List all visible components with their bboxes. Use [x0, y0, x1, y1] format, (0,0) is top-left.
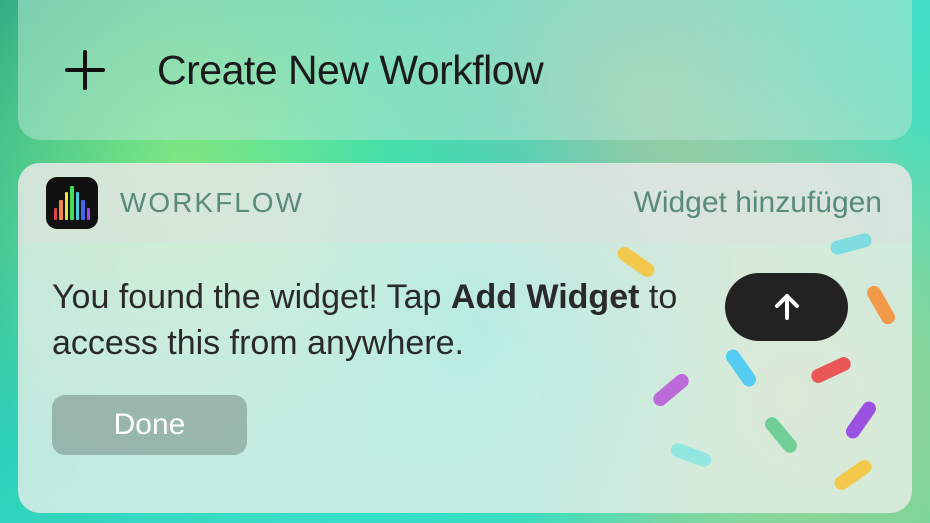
widget-body: You found the widget! Tap Add Widget to … [18, 243, 912, 513]
create-workflow-card[interactable]: Create New Workflow [18, 0, 912, 140]
confetti-icon [843, 399, 879, 441]
done-button[interactable]: Done [52, 395, 247, 455]
done-button-label: Done [114, 408, 186, 442]
widget-message: You found the widget! Tap Add Widget to … [52, 275, 792, 367]
plus-icon [63, 48, 107, 92]
arrow-up-icon [770, 290, 804, 324]
confetti-icon [669, 441, 713, 469]
confetti-icon [832, 457, 874, 493]
widget-message-bold: Add Widget [451, 278, 640, 316]
workflow-app-icon [46, 177, 98, 229]
confetti-icon [809, 355, 853, 385]
confetti-icon [762, 414, 800, 455]
widget-message-pre: You found the widget! Tap [52, 278, 451, 316]
workflow-widget-card: WORKFLOW Widget hinzufügen You found the… [18, 163, 912, 513]
confetti-icon [864, 283, 897, 326]
create-workflow-label: Create New Workflow [157, 47, 543, 94]
widget-app-name: WORKFLOW [120, 187, 304, 219]
confetti-icon [650, 371, 691, 409]
add-widget-link[interactable]: Widget hinzufügen [634, 186, 883, 220]
scroll-up-button[interactable] [725, 273, 848, 341]
widget-header: WORKFLOW Widget hinzufügen [18, 163, 912, 243]
